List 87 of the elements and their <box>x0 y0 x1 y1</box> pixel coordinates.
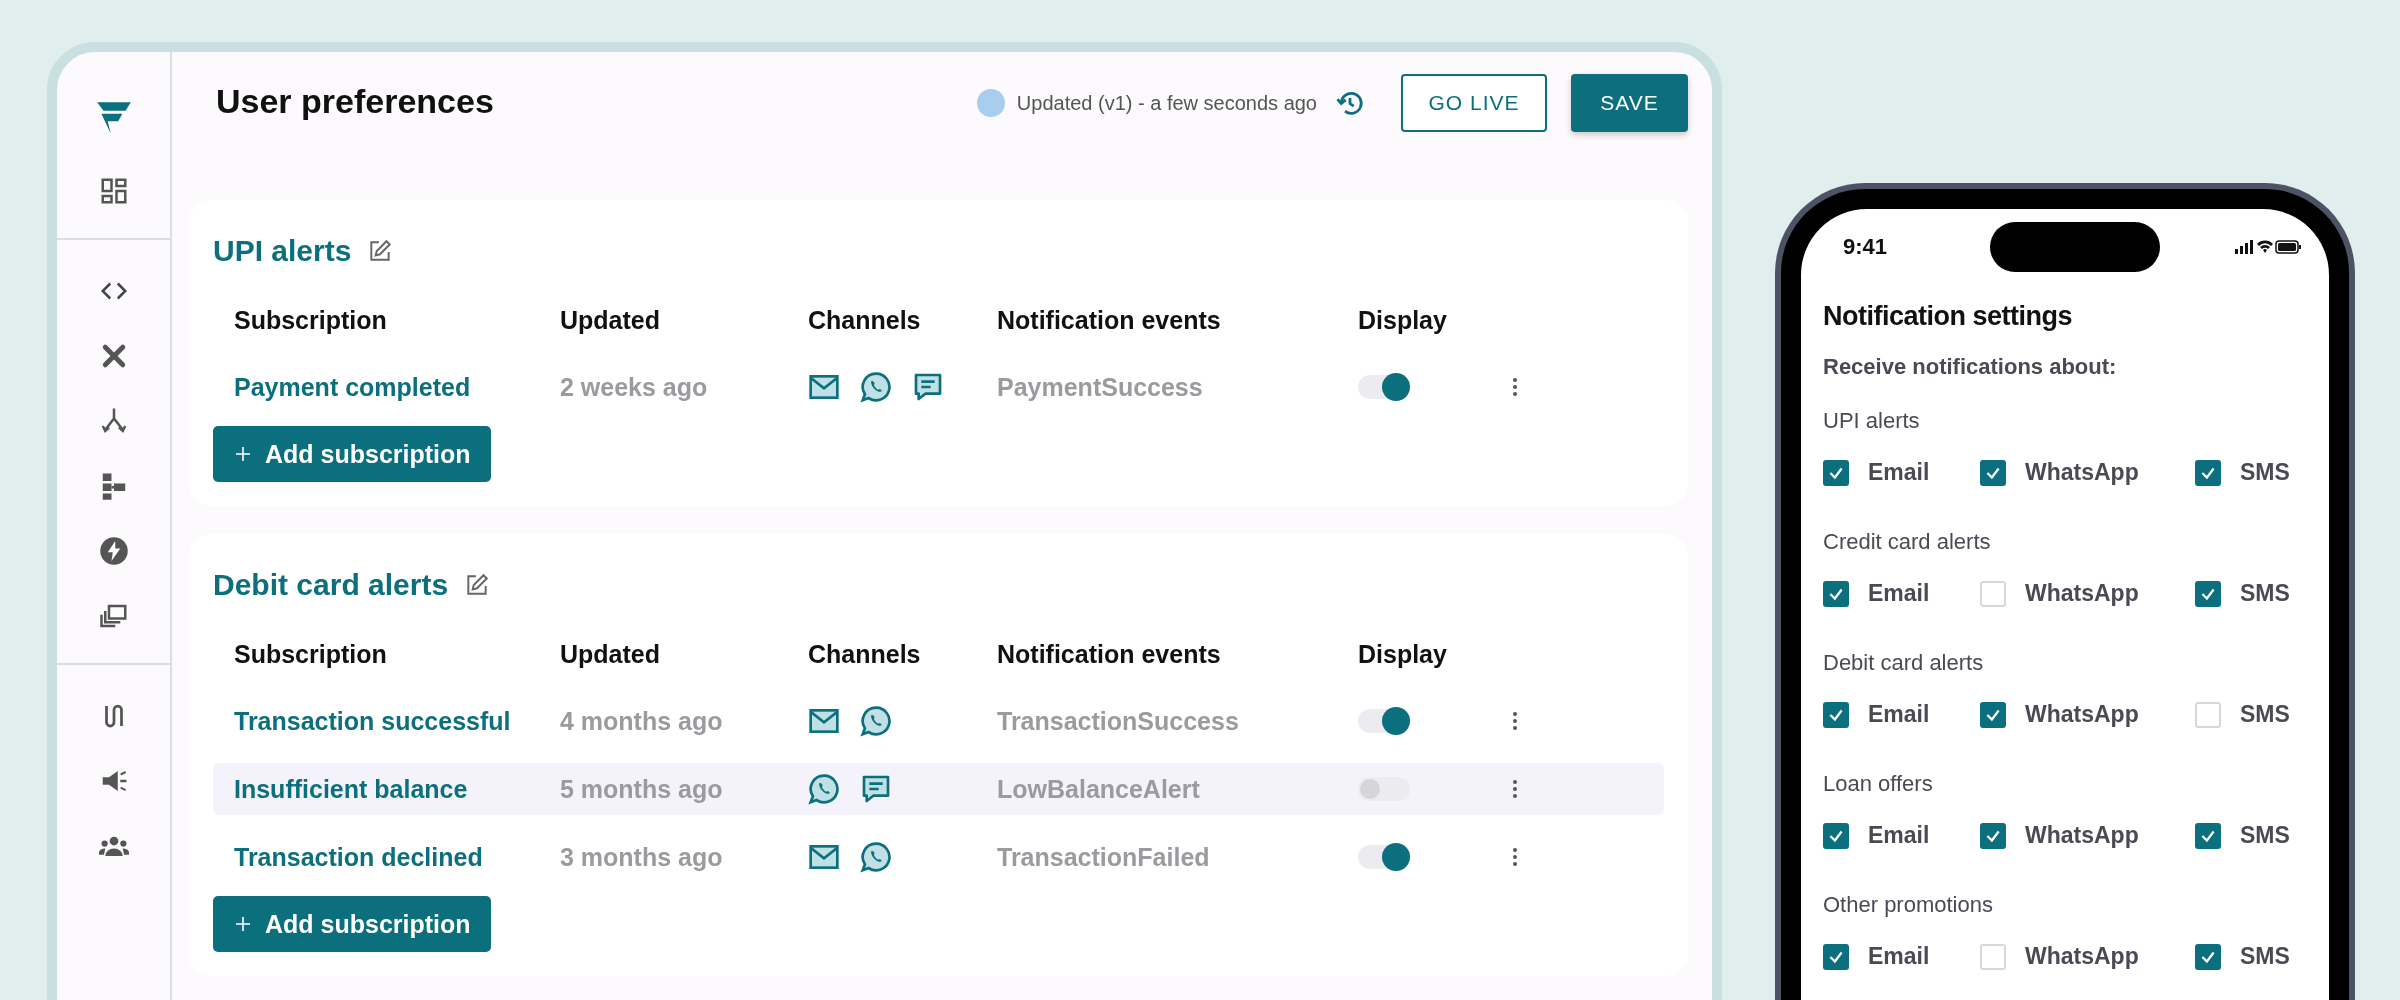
checkbox-label: SMS <box>2240 459 2290 486</box>
go-live-button[interactable]: GO LIVE <box>1401 74 1547 132</box>
whatsapp-icon <box>860 841 892 873</box>
add-subscription-button[interactable]: Add subscription <box>213 896 491 952</box>
updated-time: 3 months ago <box>560 842 724 872</box>
chat-icon <box>912 371 944 403</box>
event-name: LowBalanceAlert <box>997 774 1201 804</box>
subscription-link[interactable]: Insufficient balance <box>234 774 468 804</box>
checkbox[interactable] <box>2195 822 2221 849</box>
checkbox[interactable] <box>1823 459 1849 486</box>
column-header: Notification events <box>997 640 1222 669</box>
checkbox-label: SMS <box>2240 701 2290 728</box>
update-status: Updated (v1) - a few seconds ago <box>1016 91 1317 115</box>
column-header: Display <box>1358 306 1448 335</box>
add-subscription-button[interactable]: Add subscription <box>213 426 491 482</box>
checkbox-label: WhatsApp <box>2025 822 2139 849</box>
checkbox-label: SMS <box>2240 580 2290 607</box>
more-icon[interactable] <box>1512 779 1518 799</box>
checkbox-label: Email <box>1868 459 1930 486</box>
event-name: TransactionSuccess <box>997 706 1240 736</box>
more-icon[interactable] <box>1512 377 1518 397</box>
checkbox-label: Email <box>1868 580 1930 607</box>
group-title: Loan offers <box>1823 771 1934 797</box>
column-header: Channels <box>808 640 922 669</box>
column-header: Updated <box>560 306 661 335</box>
save-button[interactable]: SAVE <box>1571 74 1688 132</box>
toggle-switch[interactable] <box>1358 777 1410 801</box>
checkbox-label: WhatsApp <box>2025 580 2139 607</box>
event-name: PaymentSuccess <box>997 372 1204 402</box>
subscription-link[interactable]: Payment completed <box>234 372 471 402</box>
column-header: Channels <box>808 306 922 335</box>
checkbox[interactable] <box>1823 701 1849 728</box>
checkbox-label: SMS <box>2240 822 2290 849</box>
lightning-icon[interactable] <box>98 536 129 566</box>
updated-time: 2 weeks ago <box>560 372 709 402</box>
group-title: Other promotions <box>1823 892 1994 918</box>
checkbox[interactable] <box>2195 943 2221 970</box>
checkbox[interactable] <box>1823 943 1849 970</box>
checkbox[interactable] <box>1823 580 1849 607</box>
avatar <box>976 89 1005 117</box>
checkbox[interactable] <box>1980 822 2006 849</box>
checkbox-label: Email <box>1868 943 1930 970</box>
more-icon[interactable] <box>1512 847 1518 867</box>
checkbox[interactable] <box>1980 459 2006 486</box>
checkbox[interactable] <box>1823 822 1849 849</box>
plus-icon <box>235 916 251 932</box>
checkbox[interactable] <box>1980 701 2006 728</box>
subscription-link[interactable]: Transaction successful <box>234 706 511 736</box>
checkbox-label: WhatsApp <box>2025 943 2139 970</box>
section-title: UPI alerts <box>213 234 352 268</box>
whatsapp-icon <box>808 773 840 805</box>
column-header: Subscription <box>234 640 388 669</box>
group-title: Debit card alerts <box>1823 650 1985 676</box>
checkbox[interactable] <box>2195 459 2221 486</box>
column-header: Updated <box>560 640 661 669</box>
updated-time: 4 months ago <box>560 706 724 736</box>
checkbox-label: WhatsApp <box>2025 701 2139 728</box>
updated-time: 5 months ago <box>560 774 724 804</box>
toggle-switch[interactable] <box>1358 709 1410 733</box>
edit-icon[interactable] <box>464 572 491 598</box>
column-header: Notification events <box>997 306 1222 335</box>
whatsapp-icon <box>860 705 892 737</box>
toggle-switch[interactable] <box>1358 845 1410 869</box>
group-title: UPI alerts <box>1823 408 1921 434</box>
toggle-switch[interactable] <box>1358 375 1410 399</box>
status-icons-drawing <box>2235 239 2301 255</box>
screen-subtitle: Receive notifications about: <box>1823 354 2118 380</box>
screen-title: Notification settings <box>1823 301 2073 332</box>
column-header: Subscription <box>234 306 388 335</box>
whatsapp-icon <box>860 371 892 403</box>
edit-icon[interactable] <box>367 238 394 264</box>
more-icon[interactable] <box>1512 711 1518 731</box>
event-name: TransactionFailed <box>997 842 1211 872</box>
page-title: User preferences <box>216 82 494 121</box>
plus-icon <box>235 446 251 462</box>
chat-icon <box>860 773 892 805</box>
checkbox-label: SMS <box>2240 943 2290 970</box>
checkbox-label: Email <box>1868 822 1930 849</box>
group-title: Credit card alerts <box>1823 529 1992 555</box>
checkbox-label: Email <box>1868 701 1930 728</box>
subscription-link[interactable]: Transaction declined <box>234 842 483 872</box>
subscription-row[interactable]: Insufficient balance 5 months ago LowBalanceAlert <box>213 763 1664 815</box>
section-title: Debit card alerts <box>213 568 449 602</box>
checkbox[interactable] <box>2195 580 2221 607</box>
checkbox-label: WhatsApp <box>2025 459 2139 486</box>
column-header: Display <box>1358 640 1448 669</box>
clock-time: 9:41 <box>1843 234 1888 260</box>
